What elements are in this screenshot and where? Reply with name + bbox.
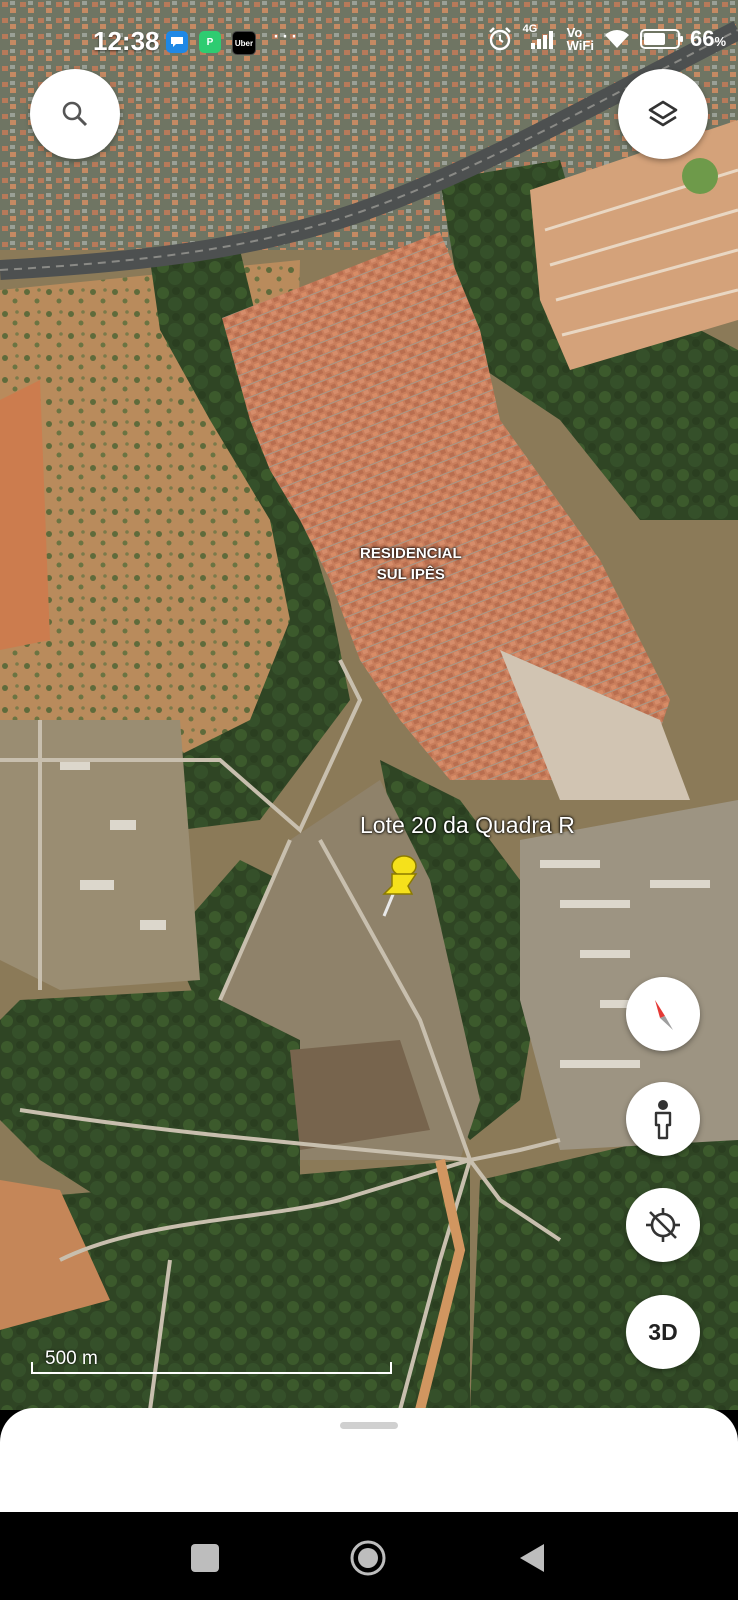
satellite-imagery <box>0 0 738 1410</box>
location-off-icon <box>646 1208 680 1242</box>
system-nav-bar <box>0 1512 738 1600</box>
alarm-icon <box>488 27 511 51</box>
status-bar: 12:38 P Uber ··· 4G Vo WiFi 66% <box>0 0 738 70</box>
wifi-icon <box>604 30 629 48</box>
scale-label: 500 m <box>45 1348 98 1369</box>
scale-bar: 500 m <box>31 1348 392 1374</box>
3d-toggle-button[interactable]: 3D <box>626 1295 700 1369</box>
layers-button[interactable] <box>618 69 708 159</box>
circle-icon[interactable] <box>349 1539 387 1577</box>
triangle-back-icon[interactable] <box>518 1542 546 1574</box>
overflow-dots: ··· <box>272 22 299 49</box>
message-icon <box>166 31 188 53</box>
place-label: RESIDENCIAL SUL IPÊS <box>360 543 462 585</box>
bottom-sheet[interactable] <box>0 1408 738 1512</box>
vowifi-indicator: Vo WiFi <box>566 25 594 53</box>
battery-percent: 66% <box>689 26 726 51</box>
search-button[interactable] <box>30 69 120 159</box>
p-app-icon: P <box>199 31 221 53</box>
square-icon[interactable] <box>191 1544 219 1572</box>
satellite-map[interactable]: RESIDENCIAL SUL IPÊS Lote 20 da Quadra R… <box>0 0 738 1410</box>
placemark-pin[interactable] <box>378 852 428 920</box>
clock: 12:38 <box>93 26 160 56</box>
street-view-button[interactable] <box>626 1082 700 1156</box>
pegman-icon <box>654 1100 672 1140</box>
my-location-button[interactable] <box>626 1188 700 1262</box>
place-label-line1: RESIDENCIAL <box>360 545 462 562</box>
uber-icon: Uber <box>232 31 256 55</box>
compass-button[interactable] <box>626 977 700 1051</box>
search-icon <box>62 101 88 127</box>
place-label-line2: SUL IPÊS <box>376 566 445 583</box>
pin-label[interactable]: Lote 20 da Quadra R <box>360 812 575 839</box>
pushpin-icon <box>382 855 418 917</box>
battery-icon <box>639 29 683 49</box>
compass-icon <box>655 1000 673 1030</box>
sheet-drag-handle[interactable] <box>340 1422 398 1429</box>
layers-icon <box>648 100 678 127</box>
cellular-signal-icon: 4G <box>523 23 557 51</box>
